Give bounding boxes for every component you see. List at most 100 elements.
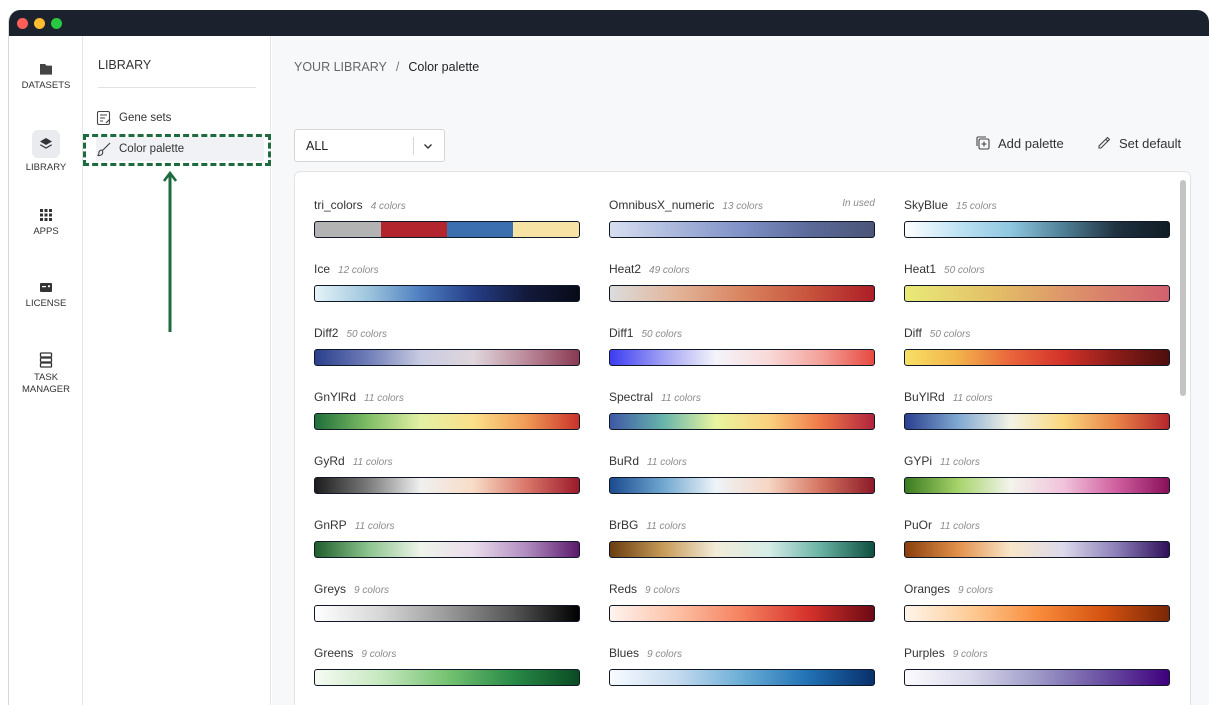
palette-name: Blues [609,646,640,660]
palette-color-bar [904,477,1170,494]
palette-color-count: 9 colors [361,649,397,660]
palette-item-gnylrd[interactable]: GnYlRd 11 colors [314,388,580,440]
palette-color-count: 11 colors [352,457,393,468]
palette-color-count: 12 colors [338,265,379,276]
palette-header: Spectral 11 colors [609,388,875,404]
palette-name: SkyBlue [904,198,949,212]
nav-datasets[interactable]: DATASETS [9,62,83,92]
palette-name: GnRP [314,518,347,532]
panel-divider [98,87,256,88]
palette-item-brbg[interactable]: BrBG 11 colors [609,516,875,568]
palette-color-count: 11 colors [952,393,993,404]
palette-item-gnrp[interactable]: GnRP 11 colors [314,516,580,568]
nav-task-manager-label-line2: MANAGER [21,384,71,395]
palette-color-bar [904,413,1170,430]
palette-item-diff2[interactable]: Diff2 50 colors [314,324,580,376]
palette-item-greens[interactable]: Greens 9 colors [314,644,580,696]
add-palette-button[interactable]: Add palette [975,135,1064,151]
palette-header: SkyBlue 15 colors [904,196,1170,212]
pen-icon [1098,136,1111,149]
palette-item-gyrd[interactable]: GyRd 11 colors [314,452,580,504]
palette-name: Heat2 [609,262,642,276]
palette-color-bar [314,541,580,558]
nav-library[interactable]: LIBRARY [9,130,83,174]
palette-color-count: 9 colors [647,649,683,660]
palette-header: Ice 12 colors [314,260,580,276]
palette-item-gypi[interactable]: GYPi 11 colors [904,452,1170,504]
palette-item-spectral[interactable]: Spectral 11 colors [609,388,875,440]
brush-icon [97,142,111,157]
breadcrumb-separator: / [395,60,400,74]
palette-color-bar [609,413,875,430]
palette-color-count: 11 colors [364,393,404,404]
palette-header: GnYlRd 11 colors [314,388,580,404]
palette-item-purples[interactable]: Purples 9 colors [904,644,1170,696]
scrollbar-thumb[interactable] [1180,180,1186,396]
palette-header: BuRd 11 colors [609,452,875,468]
nav-apps-label: APPS [33,226,59,237]
palette-color-count: 11 colors [354,521,395,532]
palette-item-skyblue[interactable]: SkyBlue 15 colors [904,196,1170,248]
palette-color-count: 13 colors [722,201,763,212]
palette-item-buylrd[interactable]: BuYlRd 11 colors [904,388,1170,440]
annotation-arrow-icon [163,170,177,332]
palette-color-count: 50 colors [944,265,985,276]
nav-task-manager[interactable]: TASK MANAGER [9,352,83,396]
palette-header: GnRP 11 colors [314,516,580,532]
palette-item-ice[interactable]: Ice 12 colors [314,260,580,312]
close-window-dot[interactable] [17,18,28,29]
nav-library-label: LIBRARY [25,162,67,173]
palette-name: Heat1 [904,262,937,276]
nav-apps[interactable]: APPS [9,208,83,238]
set-default-label: Set default [1119,135,1182,151]
palette-header: Heat2 49 colors [609,260,875,276]
palette-header: PuOr 11 colors [904,516,1170,532]
palette-name: GnYlRd [314,390,357,404]
zoom-window-dot[interactable] [51,18,62,29]
palette-item-greys[interactable]: Greys 9 colors [314,580,580,632]
palette-item-tri-colors[interactable]: tri_colors 4 colors [314,196,580,248]
palette-color-count: 11 colors [661,393,701,404]
palette-color-bar [904,669,1170,686]
palette-item-puor[interactable]: PuOr 11 colors [904,516,1170,568]
palette-color-count: 50 colors [929,329,971,340]
palette-name: Reds [609,582,638,596]
palette-color-count: 49 colors [649,265,690,276]
palette-item-diff1[interactable]: Diff1 50 colors [609,324,875,376]
palette-header: Greys 9 colors [314,580,580,596]
palette-item-burd[interactable]: BuRd 11 colors [609,452,875,504]
palette-header: Heat1 50 colors [904,260,1170,276]
palette-name: BuYlRd [904,390,945,404]
breadcrumb-root[interactable]: YOUR LIBRARY [294,60,387,74]
set-default-button[interactable]: Set default [1096,135,1181,151]
palette-name: OmnibusX_numeric [609,198,715,212]
palette-name: Oranges [904,582,951,596]
palette-header: OmnibusX_numeric 13 colors In used [609,196,875,212]
nav-datasets-label: DATASETS [21,80,71,91]
library-item-color-palette[interactable]: Color palette [96,137,264,161]
title-bar [9,10,1209,36]
breadcrumb-current: Color palette [408,60,480,74]
palette-item-heat2[interactable]: Heat2 49 colors [609,260,875,312]
minimize-window-dot[interactable] [34,18,45,29]
palette-item-omnibusx-numeric[interactable]: OmnibusX_numeric 13 colors In used [609,196,875,248]
palette-color-count: 11 colors [647,457,687,468]
main-content: YOUR LIBRARY / Color palette ALL Add palet… [272,36,1209,705]
nav-license[interactable]: LICENSE [9,280,83,310]
palette-header: Diff 50 colors [904,324,1170,340]
palette-item-oranges[interactable]: Oranges 9 colors [904,580,1170,632]
folder-icon [40,64,52,75]
palette-item-reds[interactable]: Reds 9 colors [609,580,875,632]
palette-item-blues[interactable]: Blues 9 colors [609,644,875,696]
palette-item-heat1[interactable]: Heat1 50 colors [904,260,1170,312]
palette-filter-select[interactable]: ALL [294,129,445,162]
palette-item-diff[interactable]: Diff 50 colors [904,324,1170,376]
palette-color-bar [609,349,875,366]
library-item-gene-sets[interactable]: Gene sets [96,106,264,130]
palette-name: GyRd [314,454,345,468]
palette-filter-value: ALL [306,139,329,153]
palette-header: Diff2 50 colors [314,324,580,340]
library-item-color-palette-label: Color palette [119,143,185,155]
palette-color-count: 11 colors [940,457,980,468]
palette-color-count: 11 colors [646,521,687,532]
